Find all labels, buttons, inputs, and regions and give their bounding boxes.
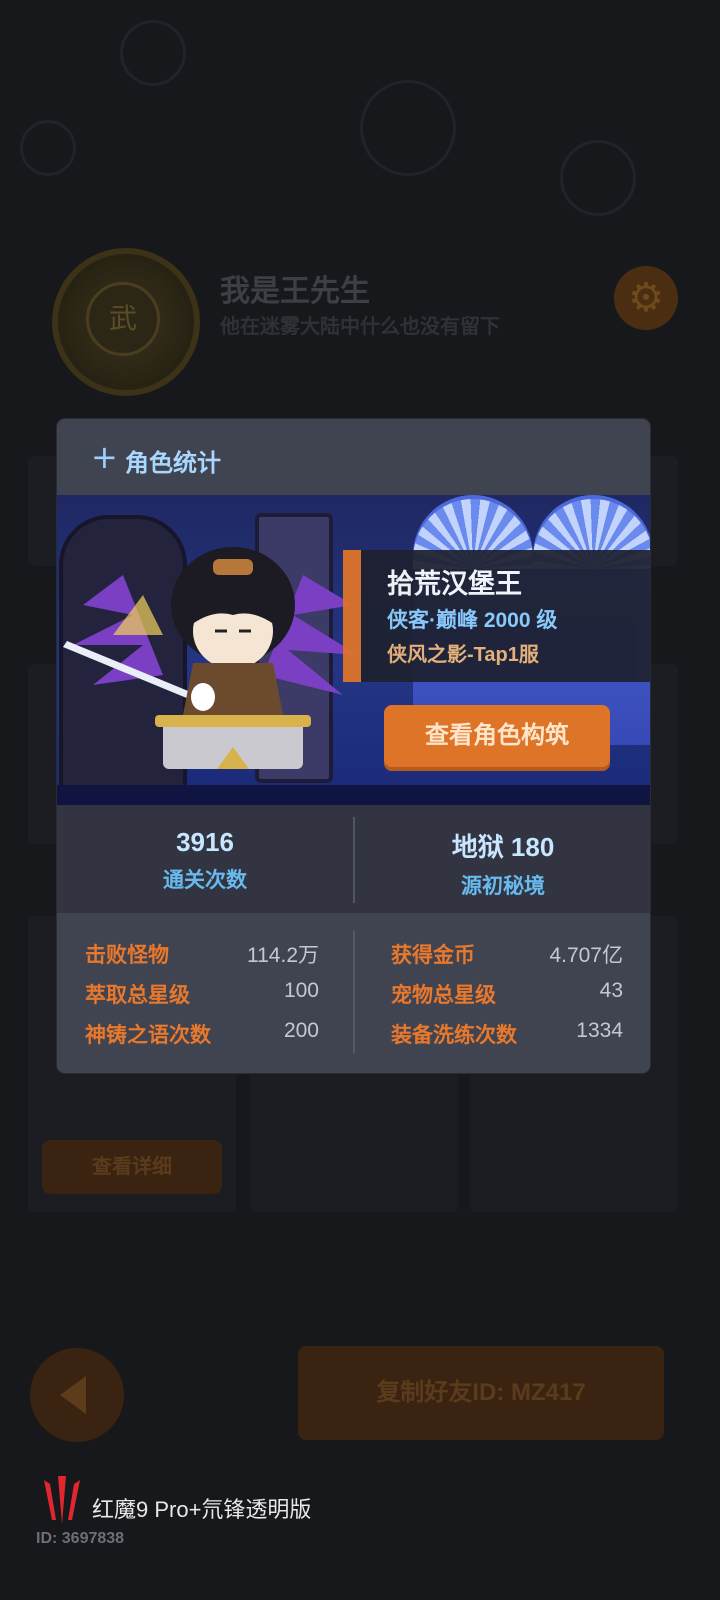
background-doodle [20,120,76,176]
plus-icon: + [91,438,118,476]
detail-stats: 击败怪物 114.2万 萃取总星级 100 神铸之语次数 200 获得金币 4.… [57,913,650,1073]
copy-friend-id-button[interactable]: 复制好友ID: MZ417 [298,1346,664,1440]
stat-row-label: 装备洗练次数 [391,1024,517,1047]
gear-icon[interactable]: ⚙ [614,266,678,330]
character-banner: 拾荒汉堡王 侠客·巅峰 2000 级 侠风之影-Tap1服 查看角色构筑 [57,495,650,805]
stat-row-label: 获得金币 [391,944,475,967]
profile-name: 我是王先生 [220,275,370,308]
stat-row-label: 萃取总星级 [85,984,190,1007]
stat-row: 获得金币 4.707亿 [391,939,623,973]
stat-row-label: 宠物总星级 [391,984,496,1007]
modal-header: + 角色统计 [57,419,650,495]
medal-glyph: 武 [86,282,160,356]
stat-label: 通关次数 [163,869,247,892]
modal-title: 角色统计 [125,450,221,477]
stat-label: 源初秘境 [461,875,545,898]
sword-icon [63,641,206,707]
stat-row-value: 4.707亿 [549,944,623,967]
device-watermark: 红魔9 Pro+氘锋透明版 ID: 3697838 [36,1474,340,1554]
stat-value: 地狱 180 [451,832,555,862]
stat-row-value: 114.2万 [247,944,319,967]
background-doodle [120,20,186,86]
top-stats: 3916 通关次数 地狱 180 源初秘境 [57,805,650,913]
back-arrow-icon [60,1376,86,1414]
stat-origin-realm: 地狱 180 源初秘境 [355,805,650,900]
stat-row-label: 神铸之语次数 [85,1024,211,1047]
accent-bar [343,550,361,682]
stat-row-label: 击败怪物 [85,944,169,967]
hero-figure-icon [171,547,295,715]
stat-row: 宠物总星级 43 [391,979,623,1013]
pedestal-icon [155,715,311,769]
character-info-box: 拾荒汉堡王 侠客·巅峰 2000 级 侠风之影-Tap1服 [343,550,650,682]
view-details-button[interactable]: 查看详细 [42,1140,222,1194]
character-name: 拾荒汉堡王 [387,569,522,599]
character-avatar [63,547,358,769]
stat-row: 装备洗练次数 1334 [391,1019,623,1053]
background-doodle [560,140,636,216]
profile-medal: 武 [52,248,200,396]
stat-row-value: 43 [599,979,623,1002]
stat-row: 神铸之语次数 200 [85,1019,319,1053]
character-class-level: 侠客·巅峰 2000 级 [387,609,558,632]
background-doodle [360,80,456,176]
stat-clears: 3916 通关次数 [57,805,353,894]
stat-row: 萃取总星级 100 [85,979,319,1013]
profile-subtitle: 他在迷雾大陆中什么也没有留下 [220,316,500,338]
divider [353,931,355,1053]
stat-row-value: 100 [283,979,319,1002]
view-build-button[interactable]: 查看角色构筑 [384,705,610,771]
stat-row: 击败怪物 114.2万 [85,939,319,973]
stat-row-value: 200 [283,1019,319,1042]
character-stats-modal: + 角色统计 拾荒汉堡王 侠客·巅峰 2000 级 侠风之影-Tap1服 查看角… [57,419,650,1073]
device-name: 红魔9 Pro+氘锋透明版 [92,1497,312,1522]
stat-value: 3916 [176,827,234,857]
back-button[interactable] [30,1348,124,1442]
stat-row-value: 1334 [576,1019,623,1042]
red-magic-logo-icon [44,1476,80,1524]
character-server: 侠风之影-Tap1服 [387,644,539,666]
device-id: ID: 3697838 [36,1530,125,1547]
